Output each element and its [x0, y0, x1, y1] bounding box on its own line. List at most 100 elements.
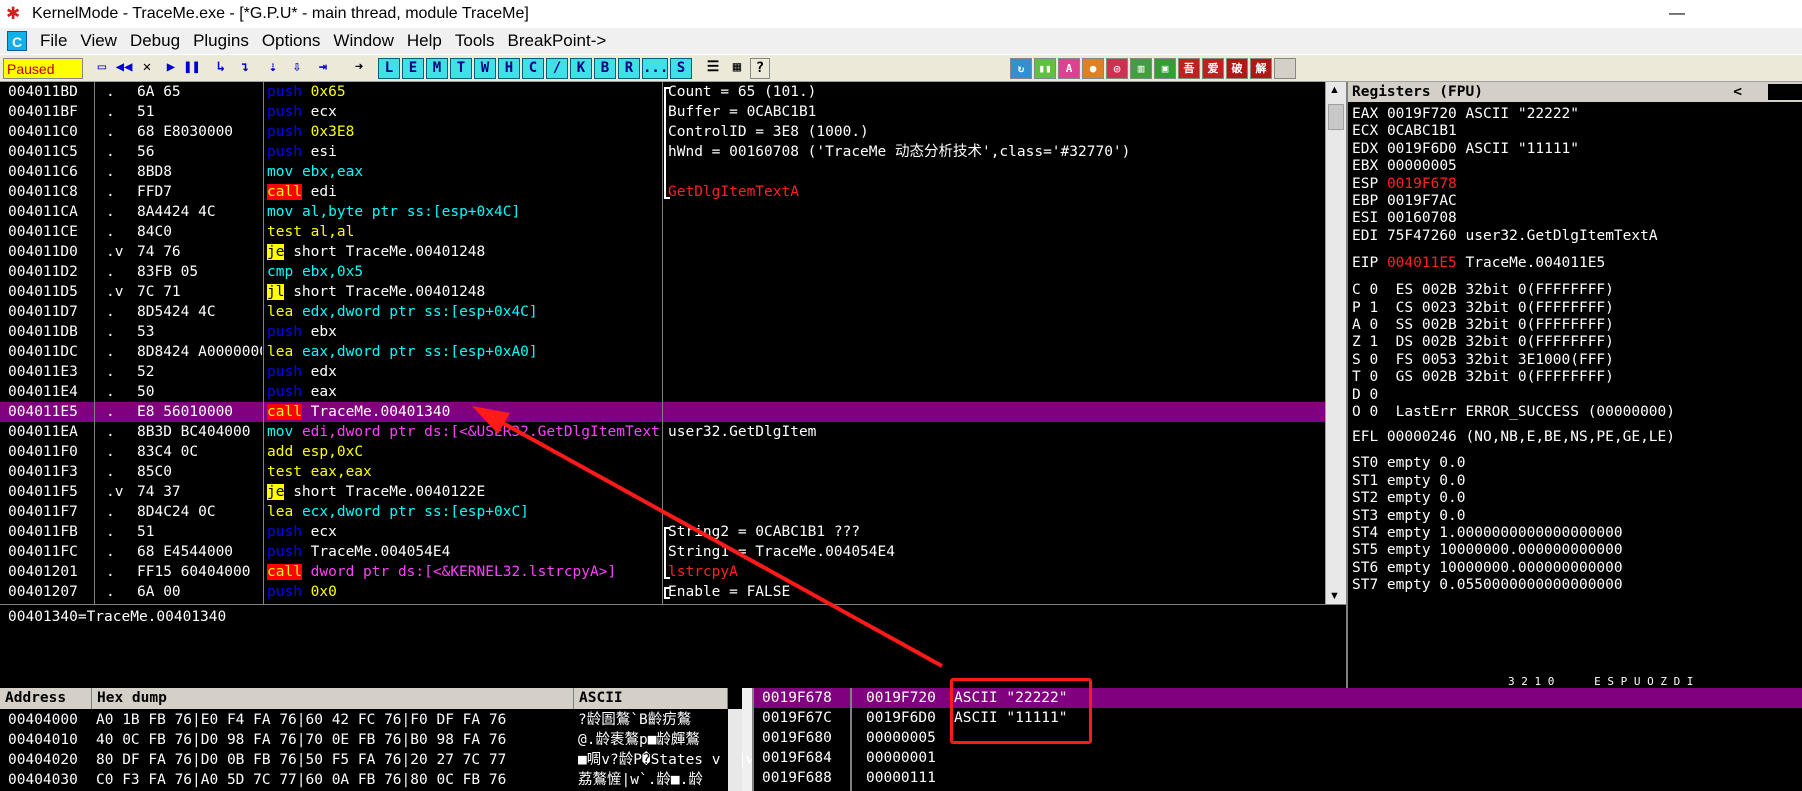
menu-options[interactable]: Options: [262, 31, 321, 51]
dump-header-address[interactable]: Address: [0, 688, 92, 709]
trace-into-icon[interactable]: ⇣: [262, 58, 284, 79]
register-value[interactable]: 0019F678: [1387, 176, 1457, 192]
disasm-mnemonic: je: [267, 484, 285, 500]
register-value[interactable]: 75F47260: [1387, 228, 1457, 244]
register-value[interactable]: 0019F6D0: [1387, 141, 1457, 157]
stack-row[interactable]: 0019F688 00000111: [754, 768, 1802, 788]
close-button[interactable]: [1752, 0, 1802, 28]
go-to-origin-icon[interactable]: ➜: [348, 58, 370, 79]
pause-icon[interactable]: ❚❚: [182, 58, 202, 79]
cpu-button[interactable]: C: [522, 58, 544, 79]
fpu-register-row[interactable]: ST7 empty 0.0550000000000000000: [1352, 575, 1623, 595]
call-stack-button[interactable]: K: [570, 58, 592, 79]
scroll-down-icon[interactable]: ▼: [1329, 590, 1340, 602]
dump-header-ascii[interactable]: ASCII: [574, 688, 728, 709]
register-value[interactable]: 00160708: [1387, 210, 1457, 226]
list-icon[interactable]: ☰: [702, 58, 724, 79]
register-value[interactable]: 0019F720: [1387, 106, 1457, 122]
register-row-eip[interactable]: EIP 004011E5 TraceMe.004011E5: [1352, 253, 1605, 273]
minimize-button[interactable]: —: [1652, 0, 1702, 28]
execute-till-return-icon[interactable]: ⇥: [312, 58, 334, 79]
disasm-instruction: push 0x0: [267, 582, 660, 602]
dump-scrollbar[interactable]: [728, 709, 742, 791]
plugin-a-icon[interactable]: A: [1058, 58, 1080, 79]
breakpoints-button[interactable]: B: [594, 58, 616, 79]
cpu-window-icon[interactable]: C: [7, 31, 27, 51]
disasm-mnemonic: mov: [267, 204, 294, 220]
register-name: EDI: [1352, 227, 1379, 244]
restart-icon[interactable]: ◀◀: [114, 58, 134, 79]
plugin-unpack-icon[interactable]: 解: [1250, 58, 1272, 79]
cpu-disassembly-pane[interactable]: 004011BD. 6A 65 push 0x65 Count = 65 (101.)…: [0, 82, 1346, 604]
stack-row[interactable]: 0019F678 0019F720 ASCII "22222": [754, 688, 1802, 708]
dump-row[interactable]: 00404020 80 DF FA 76|D0 0B FB 76|50 F5 FA…: [0, 750, 755, 770]
disasm-operand: 0x3E8: [310, 124, 355, 140]
register-name: ESP: [1352, 175, 1379, 192]
log-window-button[interactable]: L: [378, 58, 400, 79]
hex-dump-pane[interactable]: Address Hex dump ASCII 00404000 A0 1B FB …: [0, 688, 755, 791]
menu-plugins[interactable]: Plugins: [193, 31, 249, 51]
grid-icon[interactable]: ▦: [726, 58, 748, 79]
source-button[interactable]: S: [670, 58, 692, 79]
windows-button[interactable]: W: [474, 58, 496, 79]
run-trace-button[interactable]: ...: [642, 58, 668, 79]
scroll-thumb[interactable]: [1328, 104, 1344, 130]
registers-toggle-icon[interactable]: <: [1733, 82, 1742, 102]
disassembly-scrollbar[interactable]: ▲ ▼: [1325, 82, 1346, 604]
register-value[interactable]: 00000005: [1387, 158, 1457, 174]
registers-pane[interactable]: Registers (FPU) < EAX 0019F720 ASCII "22…: [1346, 82, 1802, 688]
references-button[interactable]: R: [618, 58, 640, 79]
menu-breakpoint[interactable]: BreakPoint->: [508, 31, 607, 51]
register-row[interactable]: EDI 75F47260 user32.GetDlgItemTextA: [1352, 226, 1658, 246]
menu-view[interactable]: View: [80, 31, 117, 51]
plugin-refresh-icon[interactable]: ↻: [1010, 58, 1032, 79]
stack-pane[interactable]: 0019F678 0019F720 ASCII "22222" 0019F67C 001…: [752, 688, 1802, 791]
segment-flag-row[interactable]: T 0 GS 002B 32bit 0(FFFFFFFF): [1352, 367, 1614, 387]
disasm-operand: eax: [310, 384, 337, 400]
step-over-icon[interactable]: ↴: [234, 58, 256, 79]
menu-window[interactable]: Window: [333, 31, 393, 51]
trace-over-icon[interactable]: ⇩: [286, 58, 308, 79]
run-icon[interactable]: ▶: [162, 58, 180, 79]
register-value[interactable]: 0CABC1B1: [1387, 123, 1457, 139]
scroll-up-icon[interactable]: ▲: [1329, 84, 1340, 96]
plugin-bars-icon[interactable]: ▮▮: [1034, 58, 1056, 79]
segment-flag-row[interactable]: O 0 LastErr ERROR_SUCCESS (00000000): [1352, 402, 1675, 422]
stack-row[interactable]: 0019F680 00000005: [754, 728, 1802, 748]
menu-file[interactable]: File: [40, 31, 67, 51]
plugin-script-icon[interactable]: 吾: [1178, 58, 1200, 79]
register-value[interactable]: 004011E5: [1387, 255, 1457, 271]
stack-row[interactable]: 0019F684 00000001: [754, 748, 1802, 768]
dump-row[interactable]: 00404010 40 0C FB 76|D0 98 FA 76|70 0E FB…: [0, 730, 742, 750]
plugin-crack-icon[interactable]: 破: [1226, 58, 1248, 79]
dump-row[interactable]: 00404000 A0 1B FB 76|E0 F4 FA 76|60 42 FC…: [0, 710, 742, 730]
stack-row[interactable]: 0019F67C 0019F6D0 ASCII "11111": [754, 708, 1802, 728]
threads-button[interactable]: T: [450, 58, 472, 79]
plugin-chip-icon[interactable]: ▥: [1130, 58, 1152, 79]
menu-help[interactable]: Help: [407, 31, 442, 51]
memory-map-button[interactable]: M: [426, 58, 448, 79]
step-into-icon[interactable]: ↳: [210, 58, 232, 79]
plugin-circle-icon[interactable]: ●: [1082, 58, 1104, 79]
plugin-screen-icon[interactable]: ▣: [1154, 58, 1176, 79]
help-button[interactable]: ?: [750, 58, 770, 79]
dump-header-hex[interactable]: Hex dump: [92, 688, 574, 709]
plugin-blank-icon[interactable]: [1274, 58, 1296, 79]
plugin-love-icon[interactable]: 爱: [1202, 58, 1224, 79]
registers-header[interactable]: Registers (FPU) <: [1348, 82, 1802, 102]
disasm-operand: short TraceMe.0040122E: [293, 484, 486, 500]
disasm-address: 004011D2: [8, 264, 78, 280]
plugin-target-icon[interactable]: ◎: [1106, 58, 1128, 79]
handles-button[interactable]: H: [498, 58, 520, 79]
open-icon[interactable]: ▭: [92, 58, 112, 79]
menu-tools[interactable]: Tools: [455, 31, 495, 51]
register-value[interactable]: 0019F7AC: [1387, 193, 1457, 209]
executables-button[interactable]: E: [402, 58, 424, 79]
patches-button[interactable]: /: [546, 58, 568, 79]
disasm-instruction: push ecx: [267, 102, 660, 122]
close-debuggee-icon[interactable]: ✕: [137, 58, 157, 79]
menu-debug[interactable]: Debug: [130, 31, 180, 51]
efl-row[interactable]: EFL 00000246 (NO,NB,E,BE,NS,PE,GE,LE): [1352, 427, 1675, 447]
dump-row[interactable]: 00404030 C0 F3 FA 76|A0 5D 7C 77|60 0A FB…: [0, 770, 742, 790]
maximize-button[interactable]: [1702, 0, 1752, 28]
